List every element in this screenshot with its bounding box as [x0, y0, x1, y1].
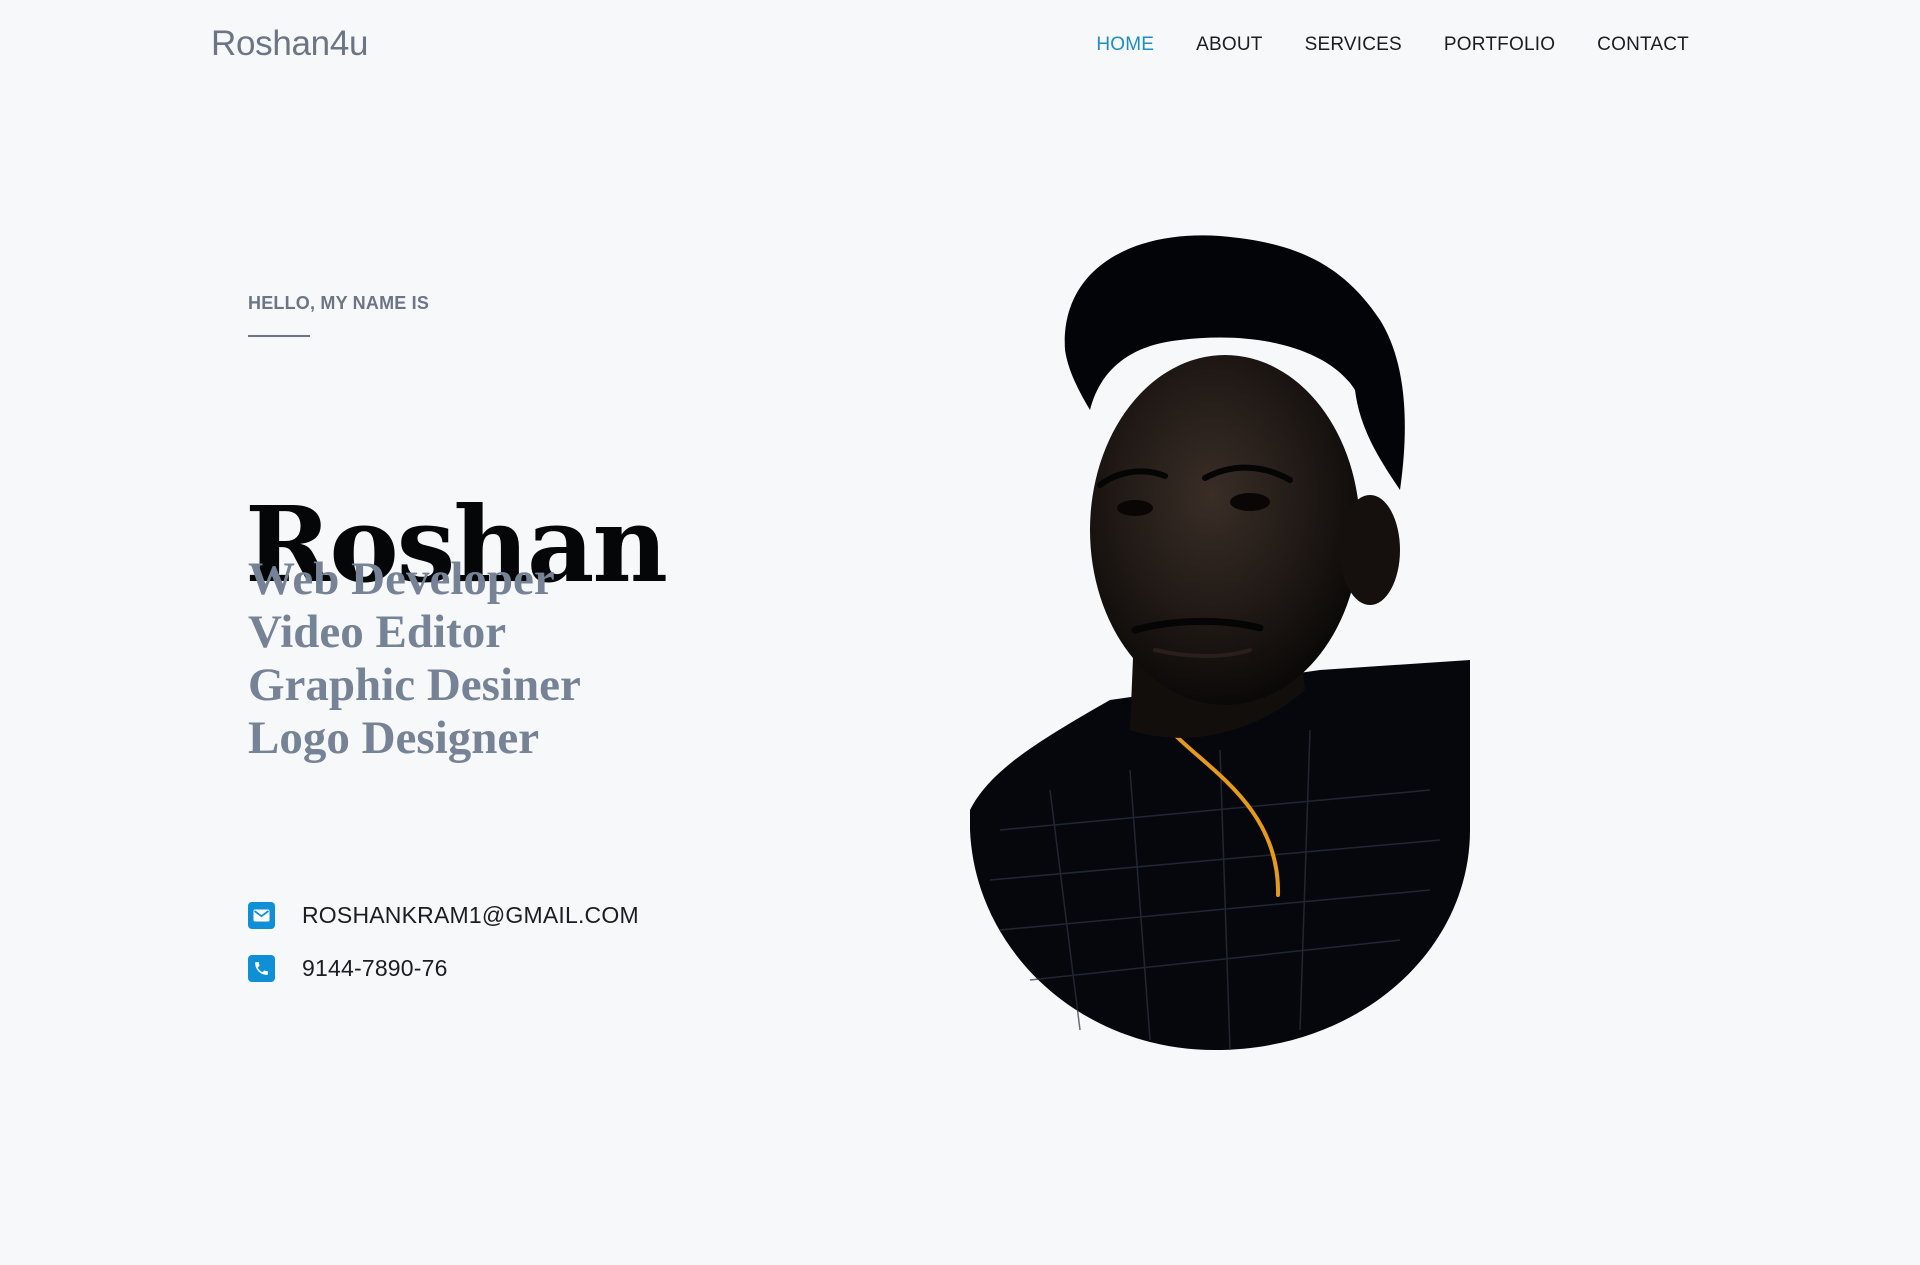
profile-portrait: [970, 235, 1470, 1050]
role-item: Graphic Desiner: [248, 659, 581, 711]
greeting-divider: [248, 335, 310, 337]
nav-contact[interactable]: CONTACT: [1597, 34, 1689, 56]
email-text[interactable]: ROSHANKRAM1@GMAIL.COM: [302, 902, 639, 929]
navbar: Roshan4u HOME ABOUT SERVICES PORTFOLIO C…: [0, 0, 1920, 95]
role-list: Web Developer Video Editor Graphic Desin…: [248, 553, 581, 765]
nav-home[interactable]: HOME: [1096, 34, 1154, 56]
site-logo[interactable]: Roshan4u: [211, 24, 368, 64]
role-item: Web Developer: [248, 553, 555, 605]
role-item: Logo Designer: [248, 712, 540, 764]
nav-services[interactable]: SERVICES: [1305, 34, 1402, 56]
contact-phone[interactable]: 9144-7890-76: [248, 955, 448, 982]
nav-about[interactable]: ABOUT: [1196, 34, 1262, 56]
contact-email[interactable]: ROSHANKRAM1@GMAIL.COM: [248, 902, 639, 929]
hero-intro: HELLO, MY NAME IS Roshan Web Developer V…: [245, 293, 668, 764]
phone-icon: [248, 955, 275, 982]
role-item: Video Editor: [248, 606, 507, 658]
nav-portfolio[interactable]: PORTFOLIO: [1444, 34, 1555, 56]
portrait-face: [1090, 355, 1360, 705]
portrait-ear: [1340, 495, 1400, 605]
phone-text[interactable]: 9144-7890-76: [302, 955, 448, 982]
envelope-icon: [248, 902, 275, 929]
hero-greeting: HELLO, MY NAME IS: [248, 293, 430, 313]
nav-menu: HOME ABOUT SERVICES PORTFOLIO CONTACT: [1096, 34, 1689, 56]
